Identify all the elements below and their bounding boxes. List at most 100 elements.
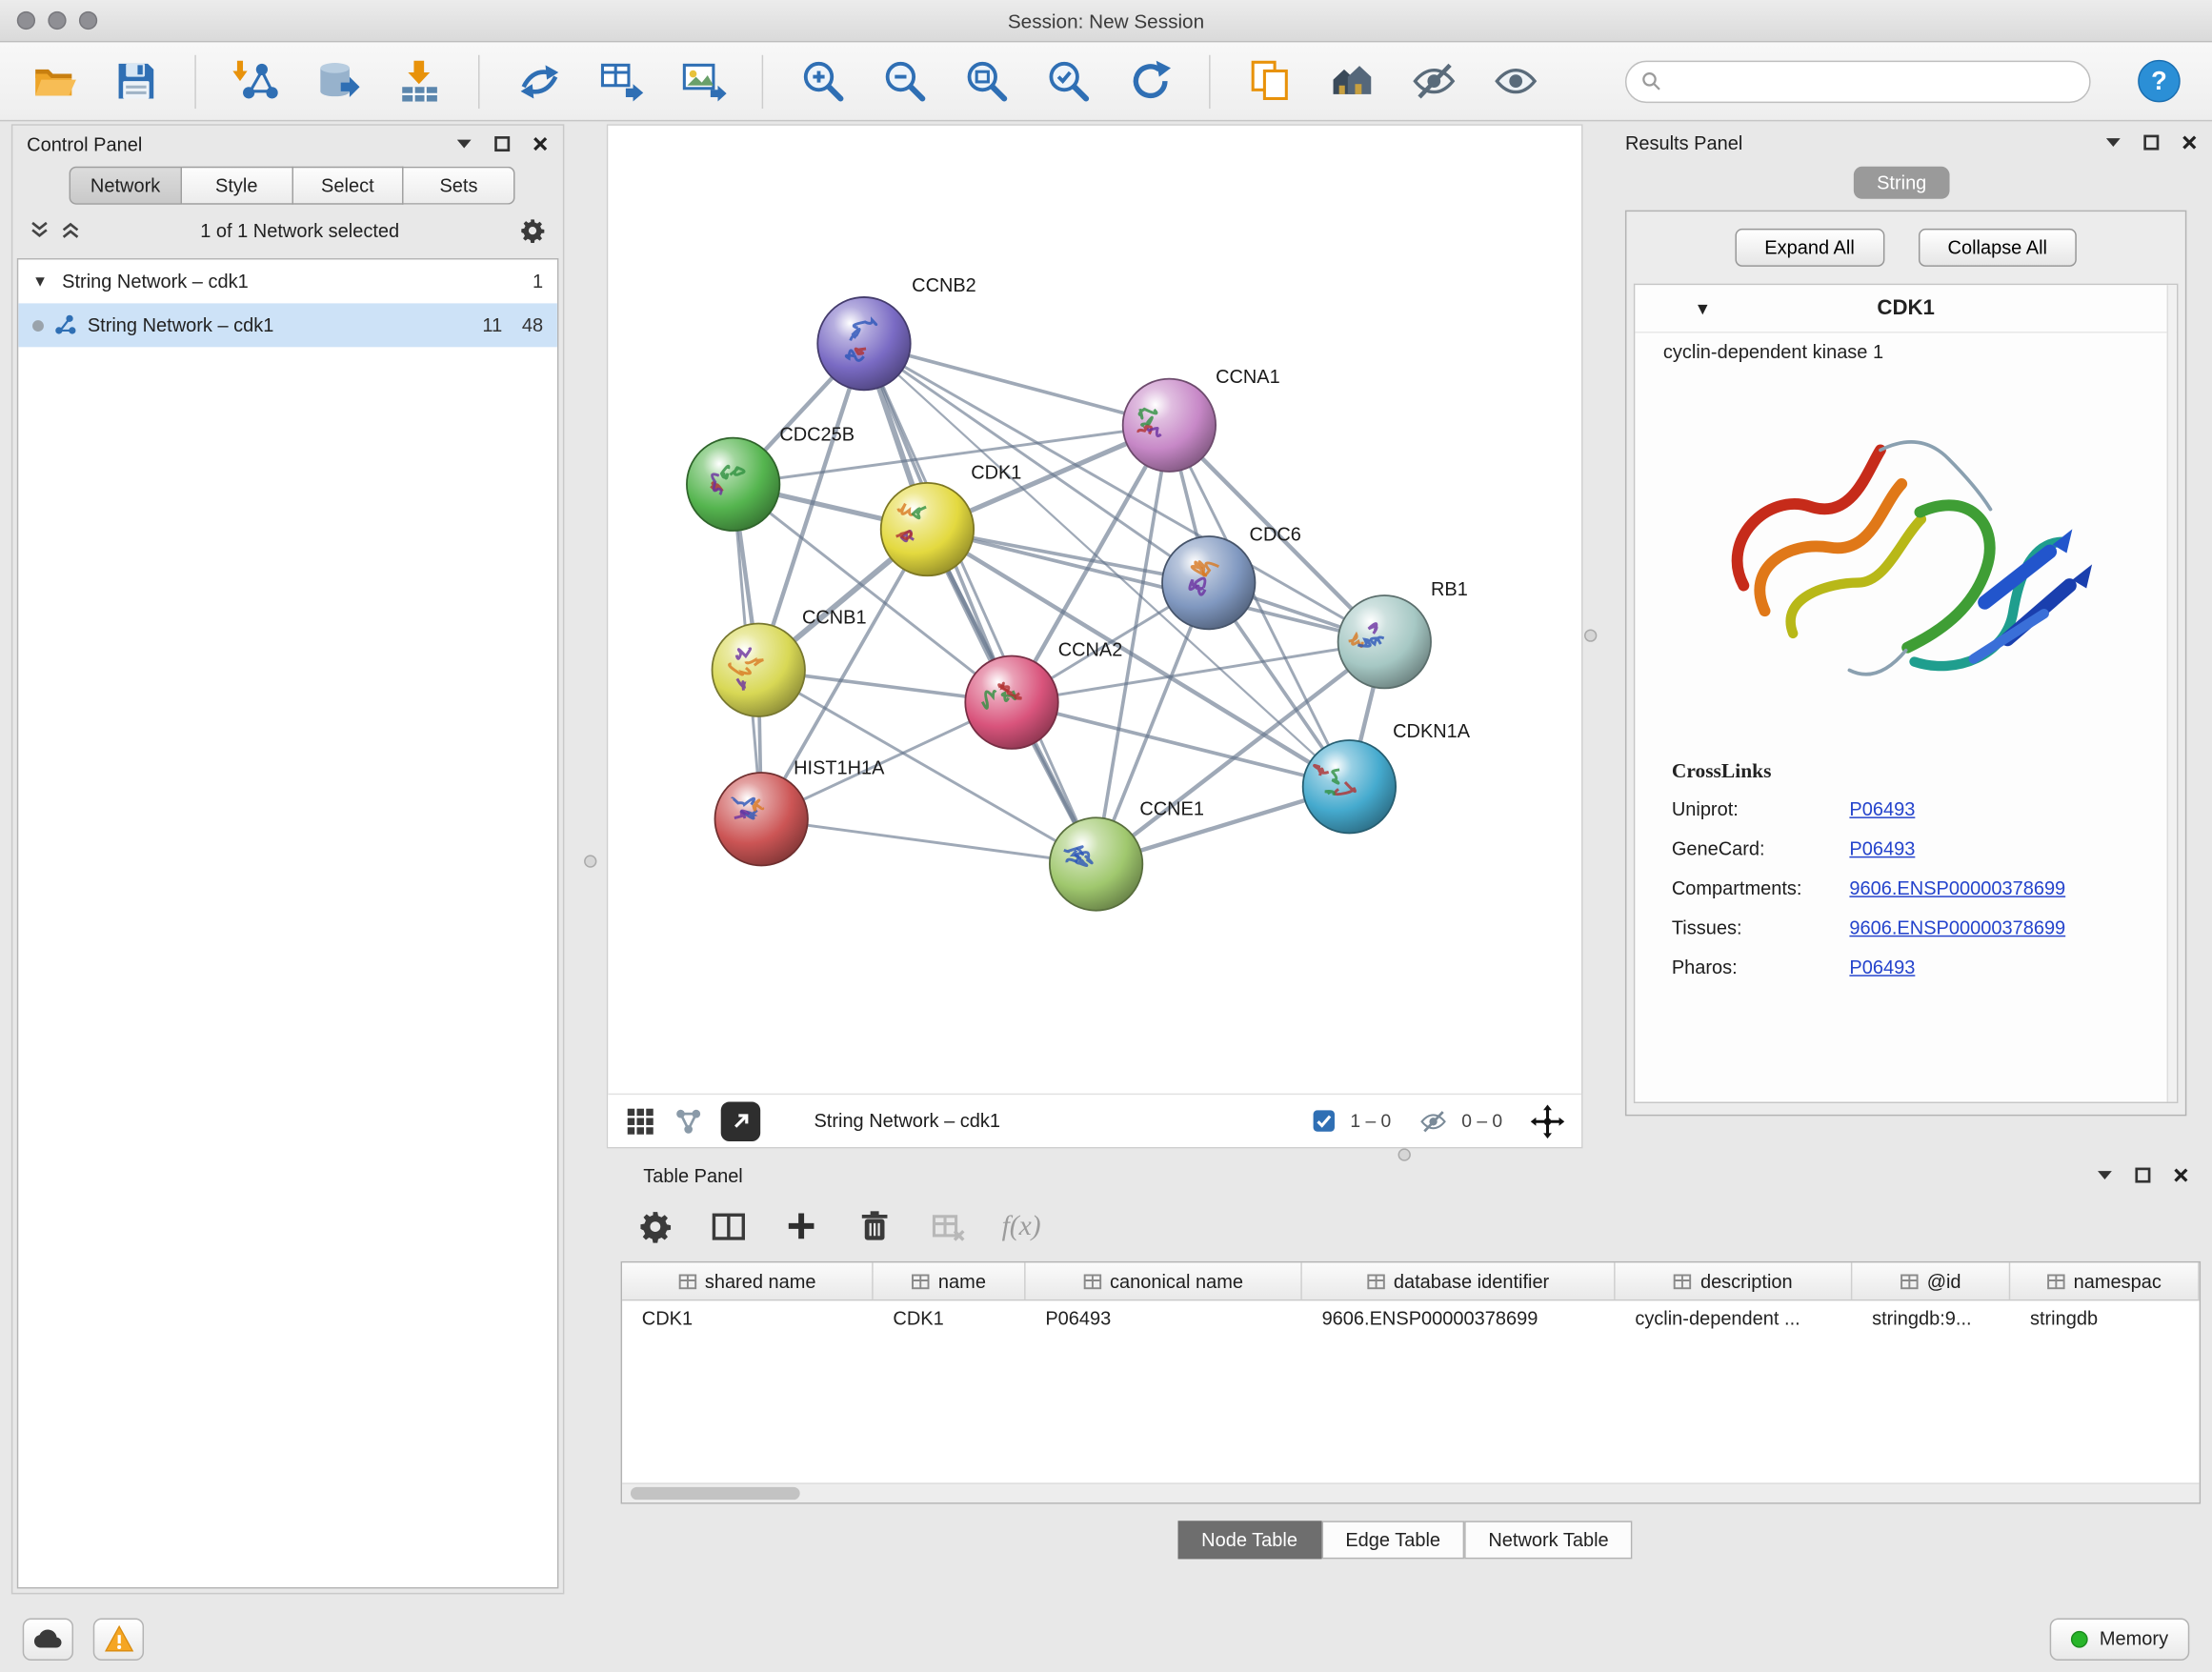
collection-expand-icon[interactable]: ▼ — [32, 273, 52, 291]
column-header-name[interactable]: name — [874, 1262, 1026, 1299]
import-network-database-button[interactable] — [306, 50, 368, 112]
network-node-ccne1[interactable] — [1050, 817, 1142, 910]
panel-menu-button[interactable] — [2103, 133, 2122, 151]
search-input[interactable] — [1670, 71, 2075, 91]
collapse-all-button[interactable]: Collapse All — [1918, 229, 2077, 267]
horizontal-scrollbar[interactable] — [622, 1482, 2200, 1502]
network-node-ccnb2[interactable] — [817, 297, 910, 390]
expand-all-button[interactable]: Expand All — [1735, 229, 1884, 267]
show-all-button[interactable] — [1484, 50, 1546, 112]
string-home-button[interactable] — [1320, 50, 1382, 112]
network-edge[interactable] — [761, 819, 1096, 864]
table-header-row: shared name name canonical name database… — [622, 1262, 2200, 1300]
table-options-button[interactable] — [634, 1206, 674, 1245]
results-scrollbar[interactable] — [2167, 285, 2177, 1101]
column-header-canonical-name[interactable]: canonical name — [1026, 1262, 1302, 1299]
crosslink-link[interactable]: P06493 — [1849, 838, 1915, 859]
zoom-fit-button[interactable] — [955, 50, 1017, 112]
show-columns-button[interactable] — [708, 1206, 747, 1245]
node-label: HIST1H1A — [794, 757, 885, 778]
export-view-button[interactable] — [721, 1101, 760, 1140]
network-collection-row[interactable]: ▼ String Network – cdk1 1 — [18, 259, 557, 303]
warnings-button[interactable] — [93, 1618, 144, 1660]
network-node-ccna2[interactable] — [965, 655, 1057, 748]
open-session-button[interactable] — [23, 50, 85, 112]
import-network-file-button[interactable] — [224, 50, 286, 112]
network-node-cdkn1a[interactable] — [1303, 740, 1396, 833]
tab-style[interactable]: Style — [182, 167, 293, 205]
birdseye-view-button[interactable] — [673, 1105, 704, 1137]
crosslink-link[interactable]: 9606.ENSP00000378699 — [1849, 917, 2065, 938]
column-header-shared-name[interactable]: shared name — [622, 1262, 874, 1299]
tab-node-table[interactable]: Node Table — [1177, 1521, 1321, 1559]
collapse-all-networks-button[interactable] — [61, 220, 81, 240]
tab-string[interactable]: String — [1854, 167, 1949, 199]
network-node-ccnb1[interactable] — [713, 623, 805, 715]
network-edge[interactable] — [864, 344, 1096, 864]
delete-table-button-disabled[interactable] — [928, 1206, 967, 1245]
panel-float-button[interactable] — [2133, 1166, 2151, 1184]
crosslink-link[interactable]: P06493 — [1849, 957, 1915, 977]
panel-close-button[interactable] — [2171, 1166, 2189, 1184]
network-row-selected[interactable]: String Network – cdk1 11 48 — [18, 303, 557, 347]
network-node-cdk1[interactable] — [881, 483, 974, 575]
minimize-window-button[interactable] — [48, 11, 66, 30]
splitter-handle[interactable] — [584, 855, 596, 867]
splitter-handle[interactable] — [1584, 629, 1597, 641]
create-column-button[interactable] — [781, 1206, 820, 1245]
function-builder-button[interactable]: f(x) — [1001, 1206, 1040, 1245]
tab-edge-table[interactable]: Edge Table — [1321, 1521, 1464, 1559]
column-header-namespace[interactable]: namespac — [2010, 1262, 2199, 1299]
zoom-out-button[interactable] — [874, 50, 935, 112]
tab-sets[interactable]: Sets — [404, 167, 515, 205]
column-header-database-identifier[interactable]: database identifier — [1302, 1262, 1616, 1299]
memory-label: Memory — [2100, 1628, 2168, 1649]
zoom-selected-button[interactable] — [1036, 50, 1098, 112]
protein-card: ▼ CDK1 cyclin-dependent kinase 1 — [1634, 284, 2179, 1103]
protein-collapse-icon[interactable]: ▼ — [1695, 298, 1712, 318]
cloud-status-button[interactable] — [23, 1618, 73, 1660]
network-from-table-button[interactable] — [590, 50, 652, 112]
tab-network[interactable]: Network — [70, 167, 182, 205]
network-node-ccna1[interactable] — [1123, 379, 1216, 472]
panel-close-button[interactable] — [531, 134, 549, 152]
toolbar-search[interactable] — [1625, 60, 2091, 102]
help-button[interactable]: ? — [2127, 50, 2189, 112]
network-graph[interactable]: CCNB2CCNA1CDC25BCDK1CDC6RB1CCNB1CCNA2CDK… — [608, 126, 1581, 1094]
network-node-rb1[interactable] — [1338, 595, 1431, 688]
copy-document-button[interactable] — [1238, 50, 1300, 112]
network-options-button[interactable] — [519, 216, 546, 243]
hide-selected-button[interactable] — [1402, 50, 1464, 112]
delete-column-button[interactable] — [855, 1206, 894, 1245]
table-row[interactable]: CDK1 CDK1 P06493 9606.ENSP00000378699 cy… — [622, 1300, 2200, 1339]
splitter-handle[interactable] — [1398, 1148, 1411, 1160]
memory-button[interactable]: Memory — [2050, 1618, 2189, 1660]
scrollbar-thumb[interactable] — [631, 1487, 800, 1500]
fit-selected-button[interactable] — [1531, 1104, 1565, 1138]
save-session-button[interactable] — [105, 50, 167, 112]
panel-close-button[interactable] — [2180, 133, 2198, 151]
network-node-hist1h1a[interactable] — [714, 773, 807, 865]
crosslink-link[interactable]: 9606.ENSP00000378699 — [1849, 877, 2065, 898]
grid-view-button[interactable] — [625, 1105, 656, 1137]
refresh-button[interactable] — [1118, 50, 1180, 112]
crosslink-link[interactable]: P06493 — [1849, 798, 1915, 819]
panel-float-button[interactable] — [2142, 133, 2160, 151]
import-table-button[interactable] — [388, 50, 450, 112]
column-header-id[interactable]: @id — [1852, 1262, 2010, 1299]
panel-menu-button[interactable] — [2095, 1166, 2113, 1184]
network-canvas[interactable]: CCNB2CCNA1CDC25BCDK1CDC6RB1CCNB1CCNA2CDK… — [608, 126, 1581, 1094]
zoom-in-button[interactable] — [792, 50, 854, 112]
clone-network-button[interactable] — [508, 50, 570, 112]
zoom-window-button[interactable] — [79, 11, 97, 30]
panel-float-button[interactable] — [493, 134, 511, 152]
tab-select[interactable]: Select — [292, 167, 404, 205]
column-header-description[interactable]: description — [1616, 1262, 1853, 1299]
tab-network-table[interactable]: Network Table — [1464, 1521, 1633, 1559]
panel-menu-button[interactable] — [454, 134, 473, 152]
network-node-cdc6[interactable] — [1162, 536, 1255, 629]
network-node-cdc25b[interactable] — [687, 438, 779, 531]
export-image-button[interactable] — [672, 50, 734, 112]
close-window-button[interactable] — [17, 11, 35, 30]
expand-all-networks-button[interactable] — [30, 220, 50, 240]
